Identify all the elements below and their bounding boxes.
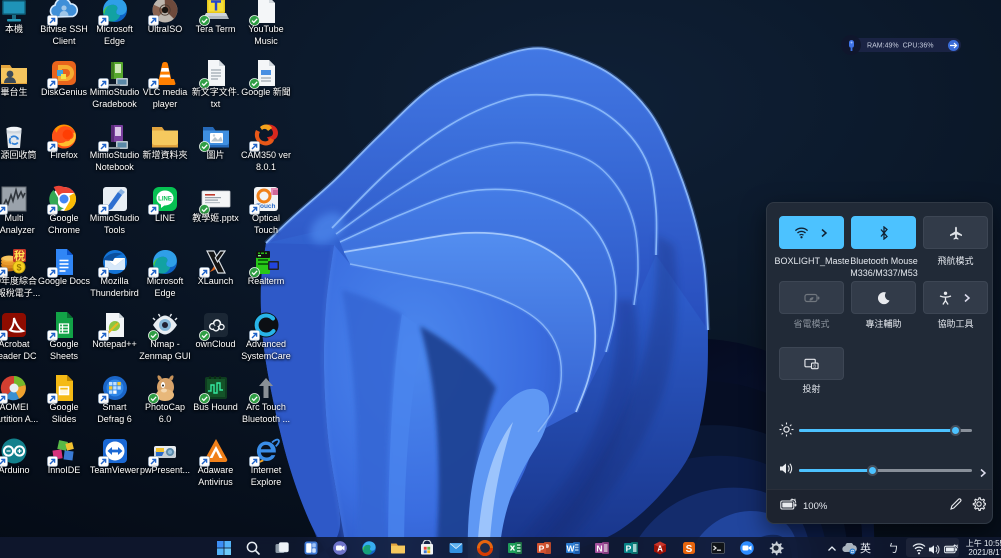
svg-text:$: $: [16, 263, 21, 273]
svg-text:A: A: [657, 544, 663, 553]
svg-text:N: N: [596, 543, 602, 553]
svg-text:稅: 稅: [14, 249, 25, 263]
svg-text:B: B: [813, 363, 816, 368]
svg-text:P: P: [538, 543, 544, 553]
svg-text:LINE: LINE: [158, 197, 172, 203]
svg-text:S: S: [686, 544, 693, 555]
svg-text:P: P: [626, 543, 632, 553]
svg-text:W: W: [566, 543, 575, 553]
